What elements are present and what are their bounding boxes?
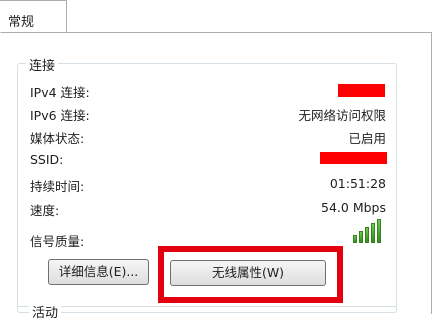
signal-bar <box>371 223 375 243</box>
signal-bar <box>353 235 357 243</box>
speed-label: 速度: <box>30 203 60 218</box>
duration-label: 持续时间: <box>30 179 85 194</box>
ipv4-label: IPv4 连接: <box>30 85 90 100</box>
tab-general[interactable]: 常规 <box>0 0 67 33</box>
tab-general-label: 常规 <box>8 15 35 30</box>
signal-quality-label: 信号质量: <box>30 234 85 249</box>
signal-bar <box>365 227 369 243</box>
activity-group-title: 活动 <box>29 302 62 321</box>
ssid-label: SSID: <box>30 152 64 167</box>
ipv6-value: 无网络访问权限 <box>298 108 386 123</box>
tab-strip: 常规 <box>0 0 432 33</box>
activity-group: 活动 <box>17 302 397 327</box>
signal-bar <box>359 231 363 243</box>
signal-bar <box>377 219 381 243</box>
ssid-value-redacted <box>320 152 387 164</box>
ipv6-label: IPv6 连接: <box>30 108 90 123</box>
ipv4-value-redacted <box>338 84 385 97</box>
connection-group-title: 连接 <box>26 55 59 74</box>
duration-value: 01:51:28 <box>329 176 386 191</box>
media-state-label: 媒体状态: <box>30 131 85 146</box>
media-state-value: 已启用 <box>348 131 386 146</box>
speed-value: 54.0 Mbps <box>321 200 386 215</box>
wifi-status-dialog: 常规 连接 IPv4 连接: IPv6 连接: 无网络访问权限 媒体状态: 已启… <box>0 0 432 321</box>
details-button[interactable]: 详细信息(E)... <box>48 259 149 285</box>
highlight-box <box>158 246 343 303</box>
signal-strength-icon <box>353 219 383 243</box>
